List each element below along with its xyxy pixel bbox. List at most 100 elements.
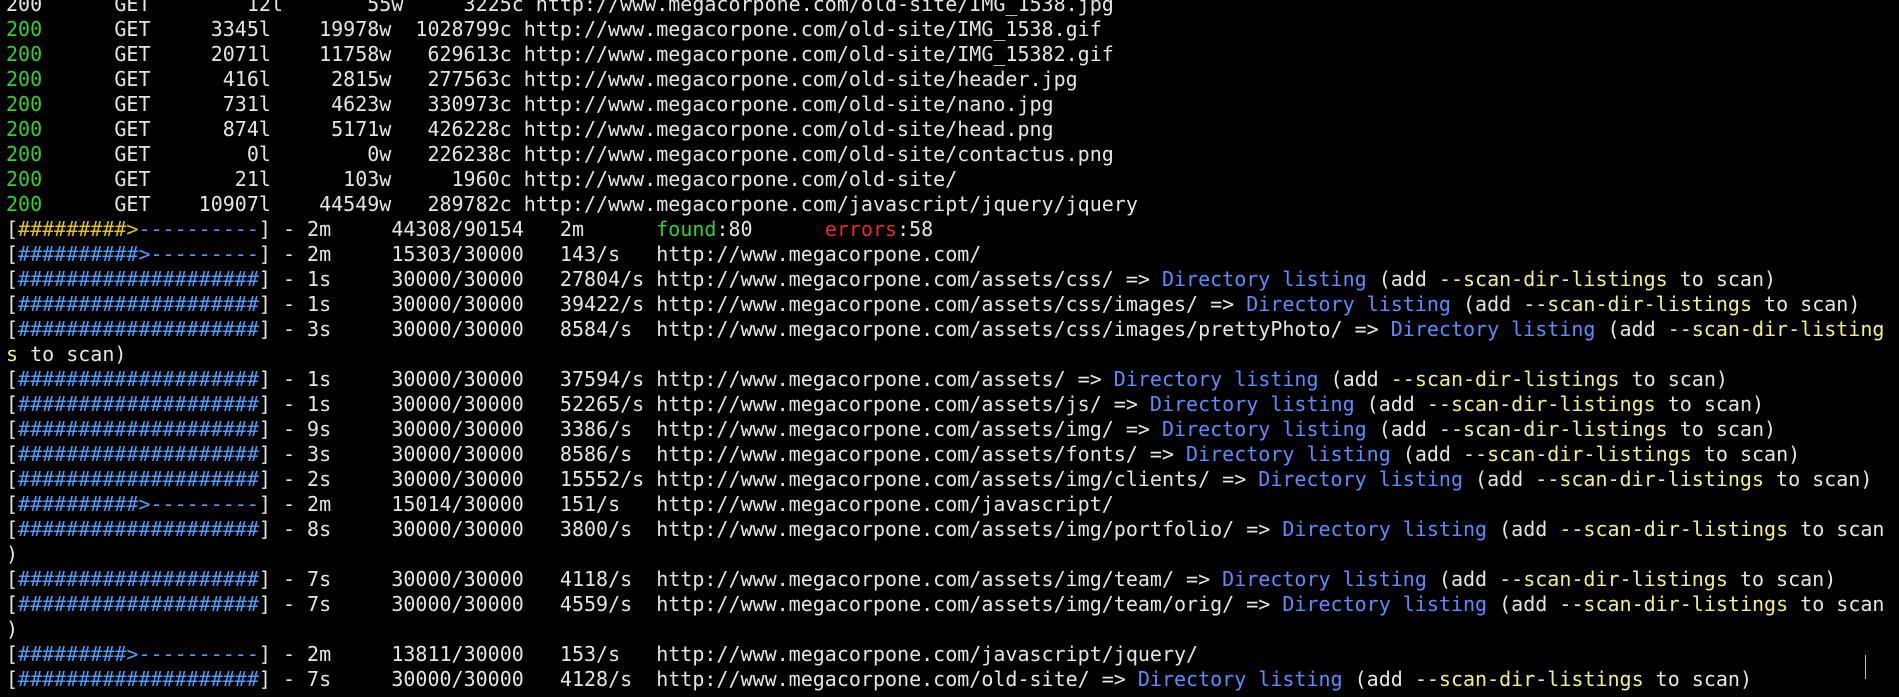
terminal-text-segment: Directory listing xyxy=(1186,442,1391,466)
terminal-text-segment: Directory listing xyxy=(1246,292,1451,316)
terminal-text-segment: GET 874l 5171w 426228c http://www.megaco… xyxy=(42,117,1054,141)
terminal-text-segment: [ xyxy=(6,317,19,341)
terminal-text-segment: GET 0l 0w 226238c http://www.megacorpone… xyxy=(42,142,1114,166)
terminal-text-segment: :58 xyxy=(897,217,934,241)
terminal-text-segment: --scan-dir-listings xyxy=(1390,367,1620,391)
terminal-line: 200 GET 10907l 44549w 289782c http://www… xyxy=(0,192,1899,217)
terminal-text-segment: 200 xyxy=(6,142,43,166)
terminal-text-segment: [ xyxy=(6,367,19,391)
terminal-text-segment: 200 xyxy=(6,92,43,116)
terminal-text-segment: to scan) xyxy=(1691,442,1801,466)
terminal-text-segment: ] - 2m 15303/30000 143/s http://www.mega… xyxy=(258,242,982,266)
terminal-line: [####################] - 7s 30000/30000 … xyxy=(0,592,1899,617)
terminal-text-segment: ] - 8s 30000/30000 3800/s http://www.meg… xyxy=(258,517,1283,541)
terminal-text-segment: 200 GET 12l 55w 3225c http://www.megacor… xyxy=(6,0,1114,16)
terminal-text-segment: ] - 2m 13811/30000 153/s http://www.mega… xyxy=(258,642,1199,666)
terminal-text-segment: #################### xyxy=(18,317,259,341)
terminal-text-segment: (add xyxy=(1426,567,1500,591)
terminal-text-segment: #################### xyxy=(18,592,259,616)
terminal-text-segment: --scan-dir-listings xyxy=(1559,517,1789,541)
terminal-text-segment: to scan) xyxy=(1667,267,1777,291)
terminal-text-segment: (add xyxy=(1354,392,1427,416)
terminal-text-segment: GET 21l 103w 1960c http://www.megacorpon… xyxy=(42,167,958,191)
terminal-text-segment: 200 xyxy=(6,67,43,91)
terminal-line: [#########>----------] - 2m 13811/30000 … xyxy=(0,642,1899,667)
terminal-line: 200 GET 3345l 19978w 1028799c http://www… xyxy=(0,17,1899,42)
terminal-text-segment: #################### xyxy=(18,417,259,441)
terminal-text-segment: ] - 3s 30000/30000 8586/s http://www.meg… xyxy=(258,442,1187,466)
terminal-text-segment: ---------- xyxy=(138,217,259,241)
terminal-text-segment: ) xyxy=(6,617,19,641)
terminal-text-segment: [ xyxy=(6,667,19,691)
terminal-text-segment: 200 xyxy=(6,42,43,66)
terminal-text-segment: 200 xyxy=(6,192,43,216)
terminal-text-segment: [ xyxy=(6,392,19,416)
terminal-text-segment: ] - 7s 30000/30000 4559/s http://www.meg… xyxy=(258,592,1283,616)
terminal-text-segment: ] - 2m 44308/90154 2m xyxy=(258,217,657,241)
terminal-line: ) xyxy=(0,542,1899,567)
terminal-text-segment: [ xyxy=(6,642,19,666)
terminal-text-segment: [ xyxy=(6,442,19,466)
terminal-line: 200 GET 12l 55w 3225c http://www.megacor… xyxy=(0,0,1899,17)
terminal-text-segment: GET 731l 4623w 330973c http://www.megaco… xyxy=(42,92,1054,116)
terminal-text-segment: Directory listing xyxy=(1161,267,1367,291)
terminal-text-segment: Directory listing xyxy=(1282,592,1488,616)
terminal-text-segment: found xyxy=(656,217,717,241)
terminal-text-segment: GET 2071l 11758w 629613c http://www.mega… xyxy=(42,42,1114,66)
terminal-line: [####################] - 2s 30000/30000 … xyxy=(0,467,1899,492)
terminal-line: 200 GET 0l 0w 226238c http://www.megacor… xyxy=(0,142,1899,167)
terminal-text-segment: #################### xyxy=(18,267,259,291)
terminal-text-segment: --scan-dir-listings xyxy=(1414,667,1644,691)
terminal-text-segment: to scan) xyxy=(1655,392,1765,416)
terminal-line: s to scan) xyxy=(0,342,1899,367)
terminal-text-segment: --scan-dir-listings xyxy=(1438,267,1668,291)
terminal-text-segment: GET 416l 2815w 277563c http://www.megaco… xyxy=(42,67,1078,91)
terminal-line: 200 GET 21l 103w 1960c http://www.megaco… xyxy=(0,167,1899,192)
terminal-line: 200 GET 874l 5171w 426228c http://www.me… xyxy=(0,117,1899,142)
terminal-text-segment: to scan xyxy=(1788,592,1885,616)
terminal-text-segment: ##########>--------- xyxy=(18,492,259,516)
terminal-line: [##########>---------] - 2m 15303/30000 … xyxy=(0,242,1899,267)
terminal-text-segment: #################### xyxy=(18,292,259,316)
terminal-text-segment: #################### xyxy=(18,517,259,541)
terminal-line: [####################] - 7s 30000/30000 … xyxy=(0,567,1899,592)
terminal-text-segment: ] - 1s 30000/30000 27804/s http://www.me… xyxy=(258,267,1162,291)
text-cursor xyxy=(1865,655,1866,679)
terminal-text-segment: [ xyxy=(6,267,19,291)
terminal-line: [####################] - 3s 30000/30000 … xyxy=(0,442,1899,467)
terminal-text-segment: ] - 3s 30000/30000 8584/s http://www.meg… xyxy=(258,317,1391,341)
terminal-text-segment: Directory listing xyxy=(1137,667,1343,691)
terminal-line: 200 GET 416l 2815w 277563c http://www.me… xyxy=(0,67,1899,92)
terminal-text-segment: to scan) xyxy=(1727,567,1837,591)
terminal-text-segment: Directory listing xyxy=(1149,392,1355,416)
terminal-line: [####################] - 1s 30000/30000 … xyxy=(0,292,1899,317)
terminal-text-segment: ] - 9s 30000/30000 3386/s http://www.meg… xyxy=(258,417,1162,441)
terminal-text-segment: to scan) xyxy=(1751,292,1861,316)
terminal-text-segment: ] - 7s 30000/30000 4118/s http://www.meg… xyxy=(258,567,1223,591)
terminal-text-segment: [ xyxy=(6,592,19,616)
terminal-text-segment: #################### xyxy=(18,467,259,491)
terminal-text-segment: Directory listing xyxy=(1390,317,1596,341)
terminal-line: [####################] - 9s 30000/30000 … xyxy=(0,417,1899,442)
terminal-text-segment: :80 xyxy=(716,217,825,241)
terminal-text-segment: ) xyxy=(6,542,19,566)
terminal-text-segment: (add xyxy=(1342,667,1415,691)
terminal-text-segment: to scan) xyxy=(1619,367,1728,391)
terminal-text-segment: errors xyxy=(824,217,898,241)
terminal-text-segment: [ xyxy=(6,567,19,591)
terminal-text-segment: [ xyxy=(6,292,19,316)
terminal-line: [####################] - 1s 30000/30000 … xyxy=(0,367,1899,392)
terminal-text-segment: (add xyxy=(1487,592,1560,616)
terminal-text-segment: [ xyxy=(6,217,19,241)
terminal-text-segment: to scan) xyxy=(18,342,127,366)
terminal-text-segment: Directory listing xyxy=(1161,417,1367,441)
terminal-text-segment: to scan) xyxy=(1764,467,1873,491)
terminal-line: 200 GET 2071l 11758w 629613c http://www.… xyxy=(0,42,1899,67)
terminal-line: [#########>----------] - 2m 44308/90154 … xyxy=(0,217,1899,242)
terminal-text-segment: #################### xyxy=(18,367,259,391)
terminal-text-segment: (add xyxy=(1366,417,1439,441)
terminal-text-segment: #################### xyxy=(18,392,259,416)
terminal-text-segment: Directory listing xyxy=(1113,367,1319,391)
terminal-text-segment: to scan) xyxy=(1643,667,1752,691)
terminal-text-segment: [ xyxy=(6,242,19,266)
